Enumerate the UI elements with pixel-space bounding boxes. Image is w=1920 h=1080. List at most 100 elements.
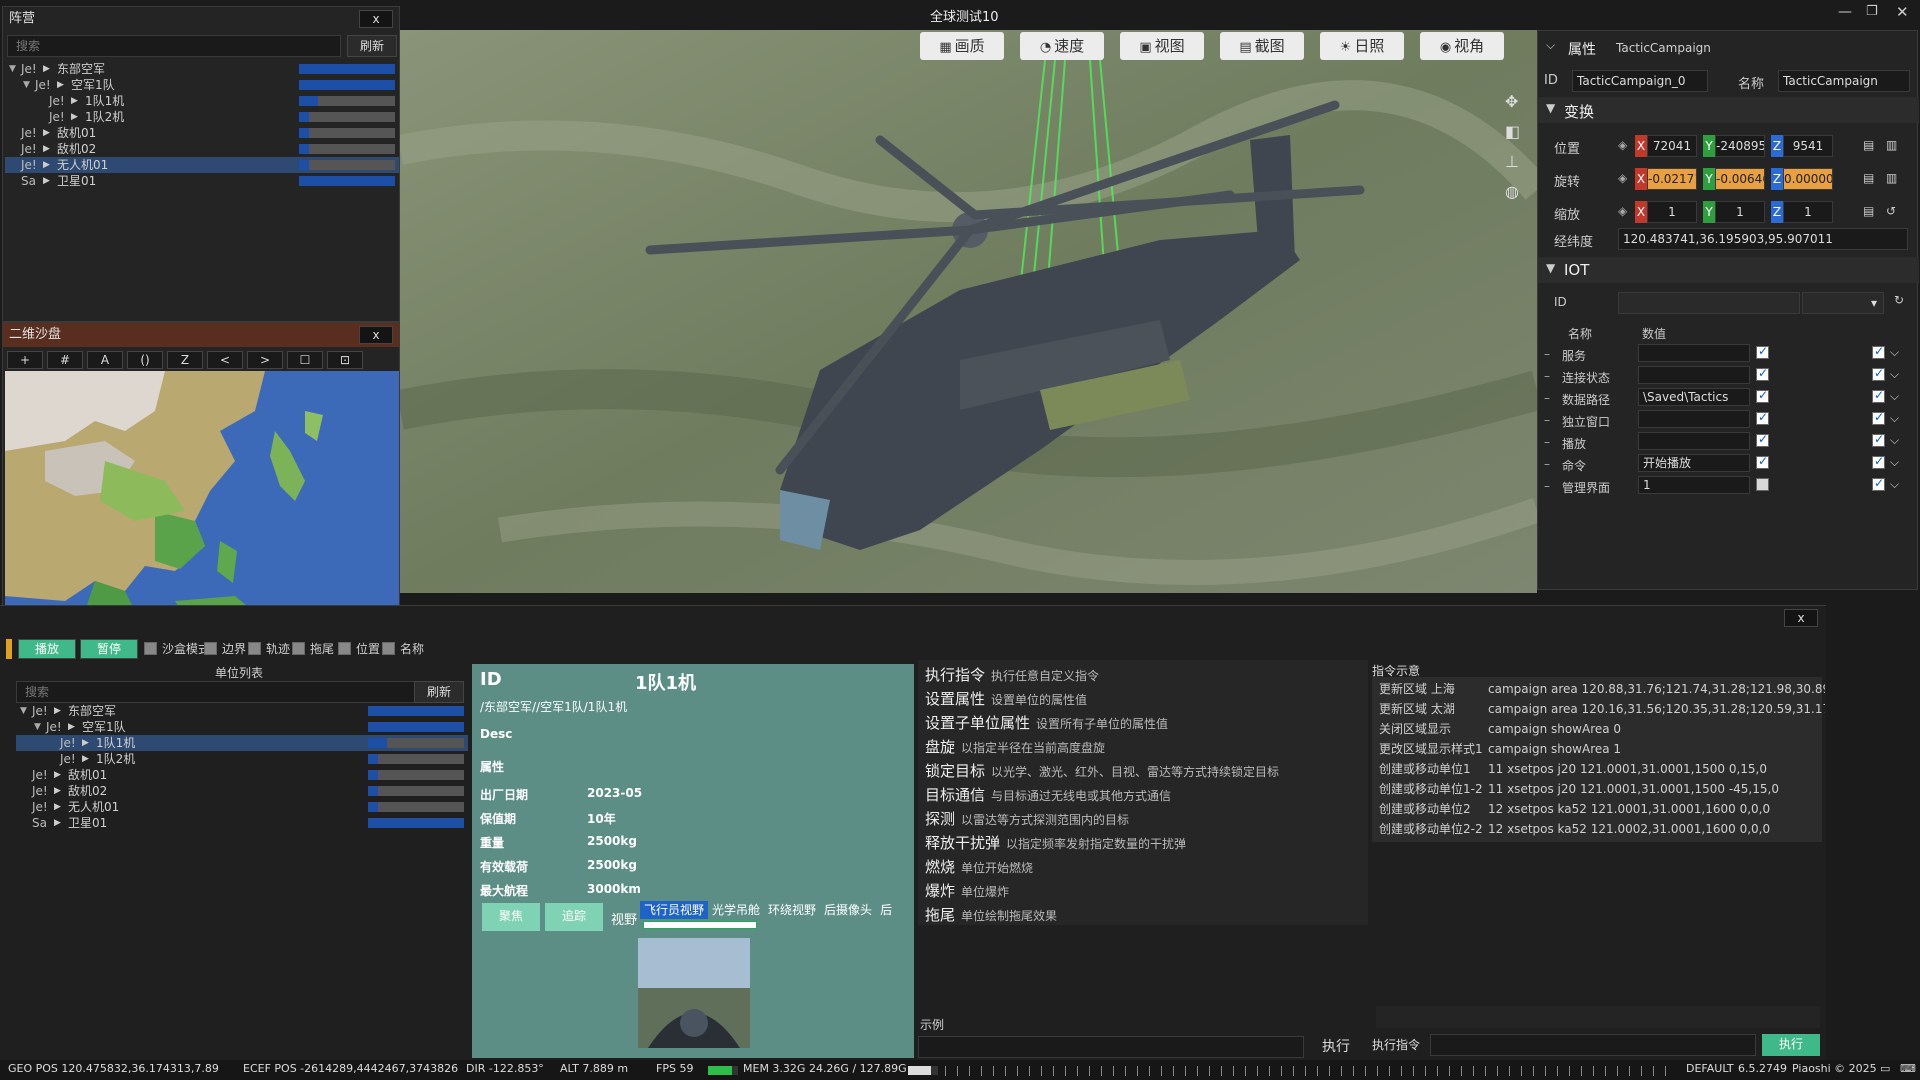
camp-close-button[interactable]: x xyxy=(359,10,393,28)
tree-arrow-icon[interactable]: ▶ xyxy=(82,735,89,751)
rot-x-field[interactable]: -0.021713 xyxy=(1647,168,1697,190)
tree-arrow-icon[interactable]: ▶ xyxy=(57,77,64,93)
example-row[interactable]: 更新区域 上海 campaign area 120.88,31.76;121.74… xyxy=(1375,679,1825,699)
iot-row-dropdown-icon[interactable]: ⌵ xyxy=(1890,477,1899,492)
view-tab[interactable]: 后摄像头 xyxy=(820,901,876,919)
pos-x-field[interactable]: 72041 xyxy=(1647,135,1697,157)
gizmo-cube-icon[interactable]: ◧ xyxy=(1505,122,1520,141)
command-item[interactable]: 执行指令 执行任意自定义指令 xyxy=(925,664,1099,685)
iot-id-field[interactable] xyxy=(1618,292,1800,314)
gizmo-globe-icon[interactable]: ◍ xyxy=(1505,182,1519,201)
pause-button[interactable]: 暂停 xyxy=(80,639,138,659)
examples-scroll-area[interactable] xyxy=(1376,1006,1820,1028)
iot-row-collapse-icon[interactable]: – xyxy=(1544,479,1550,493)
iot-row-dropdown-icon[interactable]: ⌵ xyxy=(1890,389,1899,404)
tree-arrow-icon[interactable]: ▶ xyxy=(54,783,61,799)
tree-arrow-icon[interactable]: ▶ xyxy=(43,173,50,189)
rot-z-field[interactable]: 0.000001 xyxy=(1783,168,1833,190)
tree-row[interactable]: Sa ▶ 卫星01 xyxy=(5,173,399,189)
tree-row[interactable]: Je! ▶ 敌机02 xyxy=(16,783,468,799)
iot-row-dropdown-icon[interactable]: ⌵ xyxy=(1890,367,1899,382)
gizmo-move-icon[interactable]: ✥ xyxy=(1505,92,1518,111)
toggle-checkbox[interactable] xyxy=(204,642,217,655)
iot-row-enable-checkbox[interactable] xyxy=(1756,454,1769,469)
iot-row-sync-checkbox[interactable] xyxy=(1872,388,1885,403)
tree-arrow-icon[interactable]: ▶ xyxy=(54,799,61,815)
tree-arrow-icon[interactable]: ▶ xyxy=(71,109,78,125)
toggle-checkbox[interactable] xyxy=(144,642,157,655)
sandbox-tool-button[interactable]: A xyxy=(87,351,123,369)
command-item[interactable]: 释放干扰弹 以指定频率发射指定数量的干扰弹 xyxy=(925,832,1186,853)
iot-row-sync-checkbox[interactable] xyxy=(1872,476,1885,491)
track-button[interactable]: 追踪 xyxy=(545,903,603,931)
tree-row[interactable]: Je! ▶ 1队1机 xyxy=(16,735,468,751)
tree-row[interactable]: Je! ▶ 敌机01 xyxy=(5,125,399,141)
command-item[interactable]: 盘旋 以指定半径在当前高度盘旋 xyxy=(925,736,1105,757)
command-item[interactable]: 设置属性 设置单位的属性值 xyxy=(925,688,1087,709)
iot-row-collapse-icon[interactable]: – xyxy=(1544,347,1550,361)
tree-arrow-icon[interactable]: ▶ xyxy=(82,751,89,767)
iot-row-value[interactable]: \Saved\Tactics xyxy=(1638,388,1750,406)
tree-row[interactable]: Je! ▶ 无人机01 xyxy=(5,157,399,173)
iot-row-value[interactable] xyxy=(1638,432,1750,450)
geo-field[interactable]: 120.483741,36.195903,95.907011 xyxy=(1618,228,1908,250)
example-row[interactable]: 更改区域显示样式1 campaign showArea 1 xyxy=(1375,739,1825,759)
example-row[interactable]: 创建或移动单位2 12 xsetpos ka52 121.0001,31.0001… xyxy=(1375,799,1825,819)
rot-paste-icon[interactable]: ▥ xyxy=(1886,171,1897,185)
id-field[interactable]: TacticCampaign_0 xyxy=(1572,70,1708,92)
iot-row-sync-checkbox[interactable] xyxy=(1872,344,1885,359)
example-row[interactable]: 更新区域 太湖 campaign area 120.16,31.56;120.35… xyxy=(1375,699,1825,719)
view-tab[interactable]: 环绕视野 xyxy=(764,901,820,919)
sandbox-tool-button[interactable]: # xyxy=(47,351,83,369)
command-exec-button[interactable]: 执行 xyxy=(1308,1036,1364,1058)
example-row[interactable]: 关闭区域显示 campaign showArea 0 xyxy=(1375,719,1825,739)
pos-y-field[interactable]: -240895 xyxy=(1715,135,1765,157)
iot-row-enable-checkbox[interactable] xyxy=(1756,410,1769,425)
iot-row-dropdown-icon[interactable]: ⌵ xyxy=(1890,345,1899,360)
iot-row-value[interactable] xyxy=(1638,366,1750,384)
tree-row[interactable]: Je! ▶ 敌机02 xyxy=(5,141,399,157)
transform-header[interactable] xyxy=(1538,97,1919,123)
iot-row-dropdown-icon[interactable]: ⌵ xyxy=(1890,455,1899,470)
iot-row-value[interactable]: 1 xyxy=(1638,476,1750,494)
scale-z-field[interactable]: 1 xyxy=(1783,201,1833,223)
iot-row-enable-checkbox[interactable] xyxy=(1756,478,1769,491)
iot-row-dropdown-icon[interactable]: ⌵ xyxy=(1890,433,1899,448)
iot-row-value[interactable] xyxy=(1638,344,1750,362)
tree-row[interactable]: Je! ▶ 1队2机 xyxy=(5,109,399,125)
iot-row-collapse-icon[interactable]: – xyxy=(1544,435,1550,449)
minimize-icon[interactable]: — xyxy=(1838,4,1852,20)
status-monitor-icon[interactable]: ▭ xyxy=(1880,1062,1890,1075)
toolbar-button-5[interactable]: ◉ 视角 xyxy=(1420,32,1504,60)
scale-mode-icon[interactable]: ◈ xyxy=(1618,204,1627,218)
collapse-chevron-icon[interactable]: ⌵ xyxy=(1546,38,1555,53)
pos-z-field[interactable]: 9541 xyxy=(1783,135,1833,157)
tree-row[interactable]: Je! ▶ 敌机01 xyxy=(16,767,468,783)
refresh-icon[interactable]: ↻ xyxy=(1894,293,1904,307)
pos-paste-icon[interactable]: ▥ xyxy=(1886,138,1897,152)
tree-arrow-icon[interactable]: ▶ xyxy=(54,703,61,719)
camp-search-input[interactable]: 搜索 xyxy=(7,35,341,57)
iot-header[interactable] xyxy=(1538,257,1919,283)
iot-row-collapse-icon[interactable]: – xyxy=(1544,369,1550,383)
expand-chevron-icon[interactable]: ▼ xyxy=(9,61,16,77)
view-tab[interactable]: 飞行员视野 xyxy=(640,901,709,919)
scale-copy-icon[interactable]: ▤ xyxy=(1863,204,1874,218)
sandbox-map[interactable] xyxy=(5,371,399,635)
view-tab[interactable]: 后 xyxy=(876,901,896,919)
tree-row[interactable]: ▼ Je! ▶ 空军1队 xyxy=(5,77,399,93)
tree-row[interactable]: ▼ Je! ▶ 空军1队 xyxy=(16,719,468,735)
iot-row-collapse-icon[interactable]: – xyxy=(1544,457,1550,471)
iot-row-enable-checkbox[interactable] xyxy=(1756,432,1769,447)
iot-row-enable-checkbox[interactable] xyxy=(1756,366,1769,381)
pos-copy-icon[interactable]: ▤ xyxy=(1863,138,1874,152)
sandbox-tool-button[interactable]: < xyxy=(207,351,243,369)
toolbar-button-3[interactable]: ▤ 截图 xyxy=(1220,32,1304,60)
toggle-checkbox[interactable] xyxy=(338,642,351,655)
toolbar-button-1[interactable]: ◔ 速度 xyxy=(1020,32,1104,60)
gizmo-anchor-icon[interactable]: ⊥ xyxy=(1505,152,1519,171)
toggle-checkbox[interactable] xyxy=(292,642,305,655)
sandbox-tool-button[interactable]: > xyxy=(247,351,283,369)
tree-arrow-icon[interactable]: ▶ xyxy=(71,93,78,109)
toggle-checkbox[interactable] xyxy=(382,642,395,655)
